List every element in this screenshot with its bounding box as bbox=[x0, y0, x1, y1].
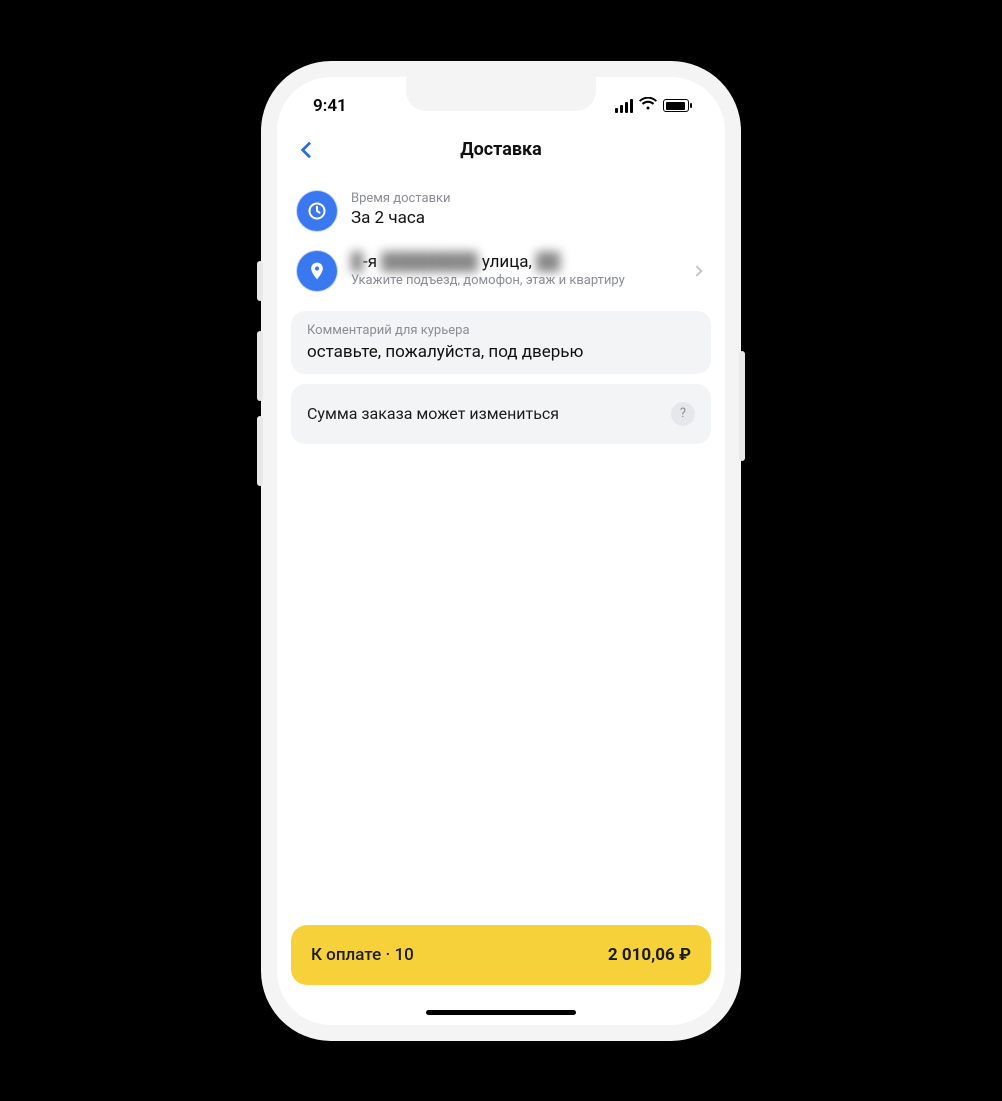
side-button bbox=[257, 331, 263, 401]
price-notice-card: Сумма заказа может измениться ? bbox=[291, 384, 711, 444]
page-title: Доставка bbox=[460, 139, 542, 160]
back-button[interactable] bbox=[293, 134, 325, 166]
phone-notch bbox=[406, 77, 596, 111]
side-button bbox=[739, 351, 745, 461]
phone-screen: 9:41 Доставка bbox=[277, 77, 725, 1025]
side-button bbox=[257, 261, 263, 301]
address-redacted: ████████ bbox=[381, 251, 477, 274]
courier-comment-label: Комментарий для курьера bbox=[307, 323, 695, 338]
phone-frame: 9:41 Доставка bbox=[261, 61, 741, 1041]
chevron-right-icon bbox=[691, 265, 702, 276]
wifi-icon bbox=[639, 97, 657, 115]
cellular-icon bbox=[615, 99, 633, 113]
address-value: █-я ████████ улица, ██ bbox=[351, 251, 679, 274]
question-icon: ? bbox=[680, 406, 686, 421]
side-button bbox=[257, 416, 263, 486]
price-notice-text: Сумма заказа может измениться bbox=[307, 404, 559, 423]
home-indicator[interactable] bbox=[426, 1010, 576, 1015]
status-time: 9:41 bbox=[313, 96, 347, 116]
nav-bar: Доставка bbox=[277, 127, 725, 173]
delivery-time-label: Время доставки bbox=[351, 191, 705, 208]
pay-button[interactable]: К оплате · 10 2 010,06 ₽ bbox=[291, 925, 711, 985]
address-row[interactable]: █-я ████████ улица, ██ Укажите подъезд, … bbox=[277, 241, 725, 301]
battery-icon bbox=[663, 99, 689, 112]
status-indicators bbox=[615, 97, 689, 115]
content-area: Время доставки За 2 часа █-я ████████ ул… bbox=[277, 173, 725, 925]
pay-amount: 2 010,06 ₽ bbox=[608, 945, 691, 965]
address-hint: Укажите подъезд, домофон, этаж и квартир… bbox=[351, 273, 679, 290]
delivery-time-value: За 2 часа bbox=[351, 207, 705, 230]
address-redacted: ██ bbox=[536, 251, 560, 274]
help-button[interactable]: ? bbox=[671, 402, 695, 426]
location-pin-icon bbox=[297, 251, 337, 291]
pay-label: К оплате · 10 bbox=[311, 945, 414, 965]
chevron-left-icon bbox=[301, 141, 318, 158]
courier-comment-input[interactable] bbox=[307, 342, 695, 362]
address-redacted: █ bbox=[351, 251, 363, 274]
delivery-time-row[interactable]: Время доставки За 2 часа bbox=[277, 181, 725, 241]
clock-icon bbox=[297, 191, 337, 231]
courier-comment-card[interactable]: Комментарий для курьера bbox=[291, 311, 711, 374]
